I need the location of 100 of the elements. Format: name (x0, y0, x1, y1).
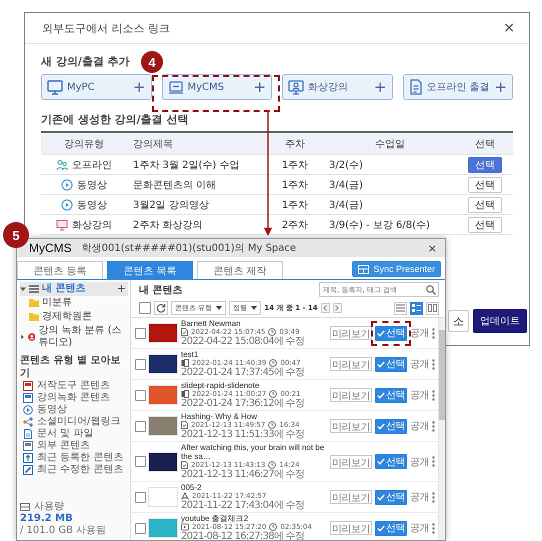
source-button[interactable]: 화상강의 + (282, 74, 392, 100)
usage-total: / 101.0 GB 사용됨 (20, 525, 108, 537)
pdf-icon (181, 492, 189, 500)
clock-icon (269, 523, 278, 531)
row-checkbox[interactable] (135, 358, 146, 370)
visibility-label: 공개 (410, 522, 429, 535)
source-button[interactable]: 오프라인 출결 + (402, 74, 513, 100)
row-checkbox[interactable] (135, 522, 146, 534)
preview-button[interactable]: 미리보기 (330, 454, 372, 468)
select-button[interactable]: 선택 (468, 216, 502, 232)
more-icon[interactable] (432, 456, 435, 467)
category-item[interactable]: 문서 및 파일 (20, 428, 128, 440)
category-item[interactable]: 저작도구 콘텐츠 (20, 380, 128, 392)
cancel-button[interactable]: 소 (448, 310, 469, 332)
document-icon (181, 421, 188, 429)
category-item[interactable]: 동영상 (20, 404, 128, 416)
view-toggle[interactable] (426, 302, 439, 314)
presenter-icon (288, 80, 304, 94)
row-checkbox[interactable] (135, 390, 146, 400)
select-all-checkbox[interactable] (139, 302, 151, 314)
category-item[interactable]: 강의녹화 콘텐츠 (20, 392, 128, 404)
window-icon (23, 381, 33, 391)
refresh-button[interactable] (154, 301, 168, 315)
play-icon (61, 178, 73, 190)
select-button[interactable]: 선택 (375, 520, 407, 536)
tab[interactable]: 콘텐츠 목록 (107, 261, 193, 279)
row-checkbox[interactable] (135, 492, 146, 502)
select-button[interactable]: 선택 (468, 196, 502, 212)
preview-button[interactable]: 미리보기 (330, 357, 372, 371)
category-item[interactable]: 최근 수정한 콘텐츠 (20, 464, 128, 476)
category-item[interactable]: 최근 등록한 콘텐츠 (20, 452, 128, 464)
more-icon[interactable] (432, 390, 435, 400)
select-button[interactable]: 선택 (375, 356, 407, 372)
content-title[interactable]: 005-2 (181, 483, 327, 492)
check-icon (377, 360, 385, 368)
previous-page-button[interactable] (320, 303, 330, 313)
select-button[interactable]: 선택 (468, 176, 502, 192)
select-button[interactable]: 선택 (375, 490, 407, 504)
up-arrow-icon (23, 453, 33, 463)
close-button[interactable]: × (501, 20, 517, 36)
select-button[interactable]: 선택 (468, 156, 502, 172)
content-title[interactable]: slidept-rapid-slidenote (181, 381, 327, 390)
table-cell-text: 3월2일 강의영상 (132, 198, 210, 212)
row-checkbox[interactable] (135, 328, 146, 338)
preview-button[interactable]: 미리보기 (330, 490, 372, 504)
clock-icon (268, 461, 276, 469)
preview-button[interactable]: 미리보기 (330, 326, 372, 340)
storage-icon (20, 503, 30, 511)
table-cell-text: 2주차 (280, 218, 310, 232)
update-button[interactable]: 업데이트 (473, 309, 527, 333)
visibility-label: 공개 (410, 389, 429, 402)
clock-icon (268, 421, 276, 429)
view-toggle[interactable] (410, 302, 423, 314)
content-title[interactable]: youtube 출결체크2 (181, 514, 327, 523)
add-button[interactable]: + (116, 283, 128, 295)
table-cell-text: 오프라인 (72, 158, 112, 172)
caret-icon (216, 306, 222, 310)
check-icon (377, 422, 385, 430)
modified-date: 2022-01-24 17:36:12에 수정 (181, 398, 306, 409)
section-heading: 기존에 생성한 강의/출결 선택 (41, 112, 189, 127)
content-title[interactable]: test1 (181, 350, 327, 359)
row-checkbox[interactable] (135, 456, 146, 467)
more-icon[interactable] (432, 522, 435, 534)
category-item[interactable]: 소셜미디어/웹링크 (20, 416, 128, 428)
content-title[interactable]: After watching this, your brain will not be the sa… (181, 443, 327, 461)
section-heading: 새 강의/출결 추가 (41, 54, 130, 69)
category-item[interactable]: 외부 콘텐츠 (20, 440, 128, 452)
content-title[interactable]: Hashing- Why & How (181, 412, 327, 421)
select-button[interactable]: 선택 (375, 388, 407, 402)
tree-item[interactable]: 강의 녹화 분류 (스튜디오) (20, 324, 128, 350)
document-icon (408, 79, 422, 95)
next-page-button[interactable] (332, 303, 342, 313)
close-button[interactable]: × (428, 242, 437, 254)
select-button[interactable]: 선택 (375, 418, 407, 434)
more-icon[interactable] (432, 328, 435, 338)
preview-button[interactable]: 미리보기 (330, 419, 372, 433)
view-toggle[interactable] (394, 302, 407, 314)
more-icon[interactable] (432, 358, 435, 370)
more-icon[interactable] (432, 492, 435, 502)
list-icon (29, 285, 39, 293)
thumbnail-placeholder (148, 323, 178, 343)
check-icon (377, 392, 385, 398)
scrollbar[interactable] (438, 318, 445, 540)
table-cell-text: 동영상 (77, 198, 107, 212)
preview-button[interactable]: 미리보기 (330, 388, 372, 402)
row-checkbox[interactable] (135, 420, 146, 432)
select-button[interactable]: 선택 (375, 454, 407, 469)
preview-button[interactable]: 미리보기 (330, 521, 372, 535)
tree-item[interactable]: 경제학원론 (20, 310, 128, 324)
tab[interactable]: 콘텐츠 제작 (197, 261, 283, 279)
source-button[interactable]: MyCMS + (162, 74, 272, 100)
more-icon[interactable] (432, 420, 435, 432)
source-button[interactable]: MyPC + (41, 74, 152, 100)
select-button[interactable]: 선택 (375, 326, 407, 340)
content-title[interactable]: Barnett Newman (181, 319, 327, 328)
tree-item[interactable]: 미분류 (20, 296, 128, 310)
window-icon (23, 393, 33, 403)
document-icon (181, 461, 188, 469)
tab[interactable]: 콘텐츠 등록 (17, 261, 103, 279)
tree-item[interactable]: 내 콘텐츠 + (20, 282, 128, 296)
